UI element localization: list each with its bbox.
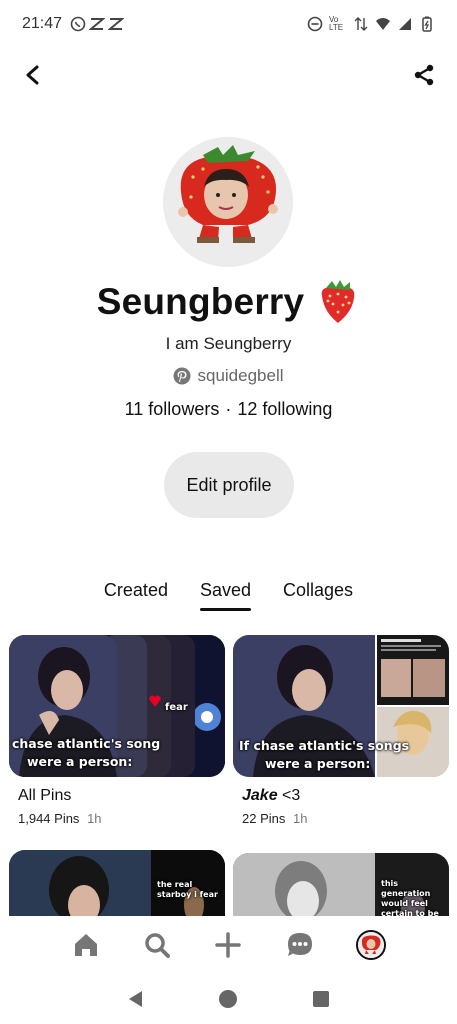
strawberry-emoji-icon bbox=[321, 280, 355, 323]
strawberry-avatar-thumb bbox=[358, 932, 385, 958]
board-meta-all-pins: 1,944 Pins 1h bbox=[18, 811, 225, 826]
system-home-icon[interactable] bbox=[218, 989, 238, 1009]
followers-link[interactable]: 11 followers bbox=[125, 399, 220, 420]
board-card-partial-2[interactable]: this generation would feel certain to be bbox=[233, 853, 449, 923]
tab-collages[interactable]: Collages bbox=[283, 580, 353, 611]
board-side-caption: this generation would feel certain to be bbox=[381, 879, 439, 918]
board-card-all-pins[interactable]: chase atlantic's song were a person: fea… bbox=[9, 635, 225, 826]
nav-home[interactable] bbox=[66, 925, 106, 965]
top-bar bbox=[0, 52, 457, 98]
strawberry-avatar-image bbox=[163, 137, 293, 267]
board-pin-count: 22 Pins bbox=[242, 811, 286, 826]
wifi-icon bbox=[376, 18, 390, 30]
search-icon bbox=[145, 933, 171, 958]
following-link[interactable]: 12 following bbox=[237, 399, 332, 420]
board-caption-line2: were a person: bbox=[265, 756, 371, 771]
capcut-icon bbox=[89, 18, 106, 30]
board-cover-all-pins[interactable]: chase atlantic's song were a person: fea… bbox=[9, 635, 225, 777]
board-caption-line1: If chase atlantic's songs bbox=[239, 738, 410, 753]
edit-profile-button[interactable]: Edit profile bbox=[164, 452, 294, 518]
pinterest-logo-icon bbox=[173, 367, 191, 385]
chat-bubble-icon bbox=[287, 933, 312, 956]
board-thumb-text: fear bbox=[165, 702, 188, 713]
nav-profile[interactable] bbox=[351, 925, 391, 965]
board-title-all-pins: All Pins bbox=[18, 787, 72, 804]
chevron-left-icon bbox=[26, 65, 39, 85]
follow-counts: 11 followers · 12 following bbox=[0, 399, 457, 420]
status-system-icons: Vo LTE bbox=[307, 16, 435, 32]
board-caption-line2: were a person: bbox=[27, 754, 133, 769]
profile-name: Seungberry bbox=[96, 281, 305, 322]
system-navigation-bar bbox=[0, 974, 457, 1024]
board-updated-time: 1h bbox=[293, 811, 308, 826]
board-caption-line1: chase atlantic's song bbox=[12, 736, 161, 751]
back-button[interactable] bbox=[18, 60, 48, 90]
board-card-jake[interactable]: If chase atlantic's songs were a person:… bbox=[233, 635, 449, 826]
board-title-name: Jake bbox=[242, 787, 278, 804]
data-arrows-icon bbox=[354, 17, 368, 31]
home-icon bbox=[74, 934, 97, 956]
battery-icon bbox=[422, 16, 432, 32]
share-button[interactable] bbox=[409, 60, 439, 90]
profile-avatar[interactable] bbox=[163, 137, 293, 267]
tab-saved[interactable]: Saved bbox=[199, 580, 252, 611]
board-pin-count: 1,944 Pins bbox=[18, 811, 80, 826]
lte-label: Vo LTE bbox=[329, 15, 344, 32]
profile-name-row: Seungberry bbox=[0, 278, 457, 326]
nav-avatar bbox=[356, 930, 387, 960]
system-recents-icon[interactable] bbox=[311, 989, 331, 1009]
board-side-caption: the real starboy i fear bbox=[157, 880, 218, 899]
board-card-partial-1[interactable]: the real starboy i fear bbox=[9, 850, 225, 920]
plus-icon bbox=[215, 932, 242, 958]
whatsapp-icon bbox=[70, 16, 86, 32]
board-updated-time: 1h bbox=[87, 811, 102, 826]
status-notification-icons bbox=[70, 16, 125, 32]
nav-search[interactable] bbox=[137, 925, 177, 965]
profile-username: squidegbell bbox=[197, 366, 284, 385]
board-title-jake: Jake <3 bbox=[242, 787, 449, 805]
nav-create[interactable] bbox=[208, 925, 248, 965]
dnd-icon bbox=[307, 16, 323, 32]
share-icon bbox=[414, 64, 434, 86]
tab-created[interactable]: Created bbox=[104, 580, 168, 611]
board-title-suffix: <3 bbox=[277, 787, 301, 804]
board-meta-jake: 22 Pins 1h bbox=[242, 811, 449, 826]
nav-messages[interactable] bbox=[280, 925, 320, 965]
username-row[interactable]: squidegbell bbox=[0, 366, 457, 386]
status-bar: 21:47 Vo LTE bbox=[0, 0, 457, 48]
profile-tabs: Created Saved Collages bbox=[0, 580, 457, 611]
profile-bio: I am Seungberry bbox=[165, 334, 292, 353]
status-time: 21:47 bbox=[22, 15, 63, 32]
board-cover-jake[interactable]: If chase atlantic's songs were a person: bbox=[233, 635, 449, 777]
capcut-icon-2 bbox=[108, 18, 125, 30]
system-back-icon[interactable] bbox=[126, 989, 146, 1009]
bottom-navigation bbox=[0, 916, 457, 974]
signal-icon bbox=[399, 18, 411, 30]
follow-separator: · bbox=[225, 399, 232, 419]
